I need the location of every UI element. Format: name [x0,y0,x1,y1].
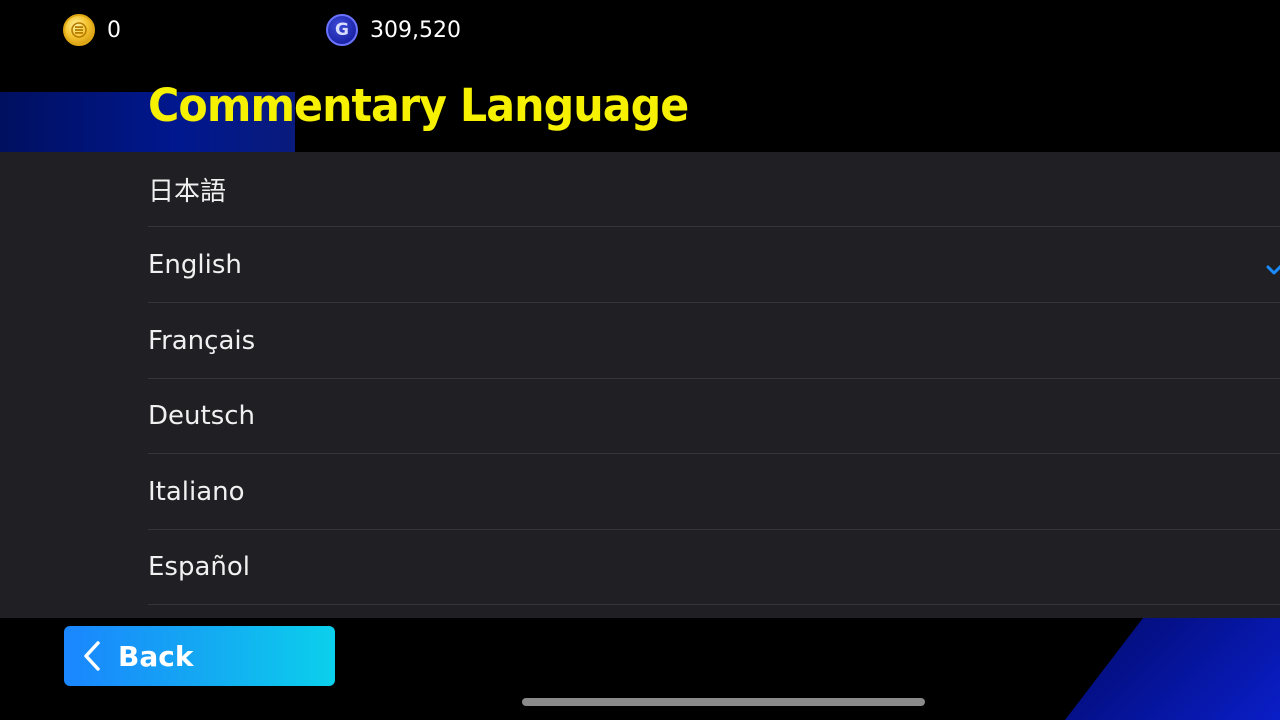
language-option-german[interactable]: Deutsch [148,379,1280,454]
language-label: Italiano [148,477,245,507]
back-button-label: Back [118,639,194,673]
language-label: English [148,250,242,280]
language-list: 日本語 English Français Deutsch Italiano Es… [0,152,1280,618]
coin-balance: 0 [63,13,121,47]
language-option-italian[interactable]: Italiano [148,455,1280,530]
back-button[interactable]: Back [64,626,335,686]
gp-icon: G [326,14,358,46]
language-label: 日本語 [148,176,227,207]
checkmark-icon [1266,264,1280,275]
chevron-left-icon [84,641,100,671]
commentary-language-screen: 0 G 309,520 Commentary Language 日本語 Engl… [0,0,1280,720]
language-label: Español [148,552,251,582]
language-option-spanish[interactable]: Español [148,530,1280,605]
gp-balance-value: 309,520 [370,17,461,43]
language-label: Deutsch [148,401,256,431]
language-option-japanese[interactable]: 日本語 [148,152,1280,227]
home-indicator[interactable] [522,698,925,706]
page-title: Commentary Language [148,79,689,132]
coin-icon [63,14,95,46]
coin-balance-value: 0 [107,17,121,43]
gp-balance: G 309,520 [326,13,461,47]
language-label: Français [148,326,256,356]
language-option-english[interactable]: English [148,228,1280,303]
decorative-corner-shape [1065,618,1280,720]
language-option-french[interactable]: Français [148,304,1280,379]
